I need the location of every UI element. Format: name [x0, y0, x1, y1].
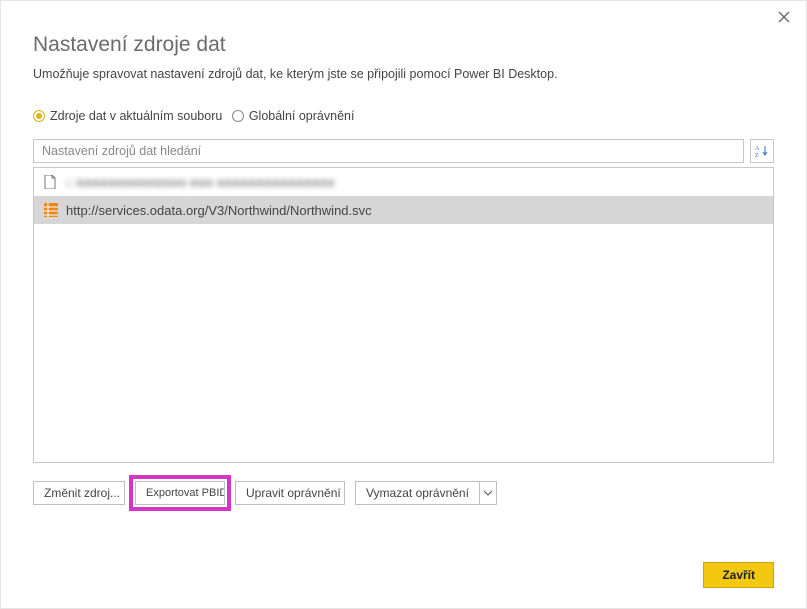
dialog-footer: Zavřít	[33, 544, 774, 588]
radio-dot-icon	[33, 110, 45, 122]
scope-radio-group: Zdroje dat v aktuálním souboru Globální …	[33, 109, 774, 125]
svg-text:Z: Z	[755, 153, 759, 158]
svg-text:A: A	[755, 146, 760, 152]
change-source-button[interactable]: Změnit zdroj...	[33, 481, 125, 505]
dialog-title: Nastavení zdroje dat	[33, 33, 774, 57]
action-buttons-row: Změnit zdroj... Exportovat PBIDS Upravit…	[33, 481, 774, 505]
dialog-body: Nastavení zdroje dat Umožňuje spravovat …	[1, 1, 806, 608]
button-label: Vymazat oprávnění	[366, 486, 469, 500]
radio-dot-icon	[232, 110, 244, 122]
sort-button[interactable]: A Z	[750, 139, 774, 163]
data-source-label: http://services.odata.org/V3/Northwind/N…	[66, 203, 372, 218]
close-icon[interactable]	[774, 9, 794, 29]
clear-permissions-dropdown[interactable]	[479, 481, 497, 505]
data-source-item[interactable]: http://services.odata.org/V3/Northwind/N…	[34, 196, 773, 224]
sort-az-icon: A Z	[755, 144, 769, 158]
odata-table-icon	[44, 203, 58, 217]
radio-current-file[interactable]: Zdroje dat v aktuálním souboru	[33, 109, 222, 123]
data-source-label: c ■■■■■■■■■■■■■■ ■■■ ■■■■■■■■■■■■■■■	[66, 175, 335, 190]
chevron-down-icon	[484, 489, 492, 497]
data-source-list: c ■■■■■■■■■■■■■■ ■■■ ■■■■■■■■■■■■■■■ htt…	[33, 167, 774, 463]
radio-label: Globální oprávnění	[249, 109, 355, 123]
button-label: Exportovat PBIDS	[146, 487, 225, 499]
search-row: A Z	[33, 139, 774, 163]
button-label: Změnit zdroj...	[44, 486, 120, 500]
search-input[interactable]	[33, 139, 744, 163]
radio-label: Zdroje dat v aktuálním souboru	[50, 109, 222, 123]
button-label: Upravit oprávnění ...	[246, 486, 345, 500]
radio-global-permissions[interactable]: Globální oprávnění	[232, 109, 355, 123]
close-button[interactable]: Zavřít	[703, 562, 774, 588]
export-pbids-button[interactable]: Exportovat PBIDS	[135, 481, 225, 505]
dialog-description: Umožňuje spravovat nastavení zdrojů dat,…	[33, 67, 774, 81]
data-source-item[interactable]: c ■■■■■■■■■■■■■■ ■■■ ■■■■■■■■■■■■■■■	[34, 168, 773, 196]
file-icon	[44, 175, 58, 189]
clear-permissions-group: Vymazat oprávnění	[355, 481, 497, 505]
clear-permissions-button[interactable]: Vymazat oprávnění	[355, 481, 479, 505]
button-label: Zavřít	[722, 568, 755, 582]
edit-permissions-button[interactable]: Upravit oprávnění ...	[235, 481, 345, 505]
